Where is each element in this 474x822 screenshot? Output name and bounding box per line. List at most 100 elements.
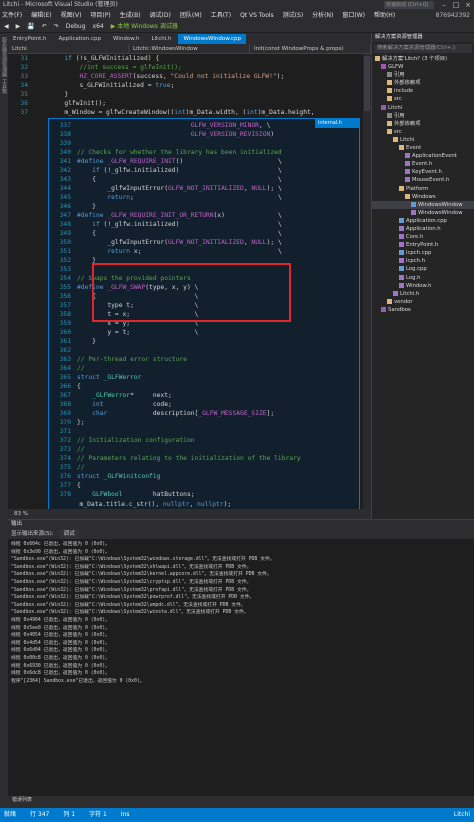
- tree-item[interactable]: Litchi: [372, 104, 474, 112]
- tree-item[interactable]: Log.h: [372, 274, 474, 282]
- menu-item[interactable]: 帮助(H): [374, 10, 395, 21]
- code-line[interactable]: m_Data.title.c_str(), nullptr, nullptr);: [8, 500, 363, 509]
- code-line[interactable]: 350 _glfwInputError(GLFW_NOT_INITIALIZED…: [49, 238, 359, 247]
- tree-item[interactable]: 外部依赖项: [372, 79, 474, 87]
- code-line[interactable]: 365 struct _GLFWerror: [49, 373, 359, 382]
- tree-item[interactable]: WindowsWindow: [372, 209, 474, 217]
- tree-item[interactable]: 外部依赖项: [372, 120, 474, 128]
- menu-item[interactable]: 项目(P): [90, 10, 110, 21]
- menu-item[interactable]: 测试(S): [283, 10, 304, 21]
- code-line[interactable]: 361 }: [49, 337, 359, 346]
- tree-item[interactable]: Windows: [372, 193, 474, 201]
- tree-item[interactable]: Event: [372, 144, 474, 152]
- code-line[interactable]: 373 //: [49, 445, 359, 454]
- menu-item[interactable]: 团队(M): [180, 10, 202, 21]
- code-line[interactable]: 341 #define _GLFW_REQUIRE_INIT() \: [49, 157, 359, 166]
- maximize-icon[interactable]: □: [450, 0, 462, 10]
- scope-dropdown[interactable]: Litchi::WindowsWindow: [129, 44, 250, 53]
- code-line[interactable]: 367 _GLFWerror* next;: [49, 391, 359, 400]
- tree-item[interactable]: ApplicationEvent: [372, 152, 474, 160]
- code-line[interactable]: 376 struct _GLFWinitconfig: [49, 472, 359, 481]
- menu-item[interactable]: 窗口(W): [342, 10, 365, 21]
- tab-windowswindow-cpp[interactable]: WindowsWindow.cpp: [178, 34, 246, 44]
- output-log[interactable]: 线程 0x604c 已退出，返回值为 0 (0x0)。 线程 0x3e90 已退出…: [8, 539, 474, 685]
- tree-item[interactable]: 引用: [372, 71, 474, 79]
- close-icon[interactable]: ×: [462, 0, 474, 10]
- scrollbar-thumb[interactable]: [364, 56, 370, 111]
- tree-item[interactable]: MouseEvent.h: [372, 176, 474, 184]
- redo-icon[interactable]: ↷: [54, 21, 59, 33]
- status-project[interactable]: Litchi: [454, 808, 470, 822]
- code-line[interactable]: 34 s_GLFWInitialized = true;: [8, 81, 363, 90]
- tree-item[interactable]: 引用: [372, 112, 474, 120]
- tree-item[interactable]: GLFW: [372, 63, 474, 71]
- code-line[interactable]: 347 #define _GLFW_REQUIRE_INIT_OR_RETURN(…: [49, 211, 359, 220]
- tab-application-cpp[interactable]: Application.cpp: [54, 34, 107, 44]
- tree-item[interactable]: Litchi: [372, 136, 474, 144]
- code-editor[interactable]: 31 if (!s_GLFWInitialized) {32 //int suc…: [8, 54, 363, 509]
- code-line[interactable]: 337 GLFW_VERSION_MINOR, \: [49, 121, 359, 130]
- code-line[interactable]: 360 y = t; \: [49, 328, 359, 337]
- tree-item[interactable]: lcpch.cpp: [372, 249, 474, 257]
- config-select[interactable]: Debug: [66, 21, 86, 33]
- tree-item[interactable]: WindowsWindow: [372, 200, 474, 209]
- output-source-select[interactable]: 调试: [59, 529, 79, 539]
- save-icon[interactable]: 💾: [27, 21, 34, 33]
- code-line[interactable]: 369 char description[_GLFW_MESSAGE_SIZE]…: [49, 409, 359, 418]
- code-line[interactable]: 33 HZ_CORE_ASSERT(success, "Could not in…: [8, 72, 363, 81]
- undo-icon[interactable]: ↶: [42, 21, 47, 33]
- zoom-level[interactable]: 83 %: [8, 509, 371, 519]
- code-line[interactable]: 32 //int success = glfwInit();: [8, 63, 363, 72]
- tree-item[interactable]: include: [372, 87, 474, 95]
- tree-item[interactable]: Window.h: [372, 282, 474, 290]
- side-tool-strip[interactable]: 服务器资源管理器 工具箱: [0, 33, 8, 803]
- code-line[interactable]: 351 return x; \: [49, 247, 359, 256]
- code-line[interactable]: 370};: [49, 418, 359, 427]
- menu-item[interactable]: Qt VS Tools: [240, 10, 274, 21]
- menu-item[interactable]: 视图(V): [61, 10, 82, 21]
- code-line[interactable]: 338 GLFW_VERSION_REVISION): [49, 130, 359, 139]
- code-line[interactable]: 378 GLFWbool hatButtons;: [49, 490, 359, 499]
- tree-item[interactable]: EntryPoint.h: [372, 241, 474, 249]
- tree-item[interactable]: src: [372, 128, 474, 136]
- tree-item[interactable]: 解决方案'Litchi' (3 个项目): [372, 55, 474, 63]
- code-line[interactable]: 348 if (!_glfw.initialized) \: [49, 220, 359, 229]
- menu-item[interactable]: 文件(F): [2, 10, 22, 21]
- tree-item[interactable]: Sandbox: [372, 306, 474, 314]
- back-icon[interactable]: ◀: [4, 21, 9, 33]
- forward-icon[interactable]: ▶: [16, 21, 21, 33]
- code-line[interactable]: 363 // Per-thread error structure: [49, 355, 359, 364]
- member-dropdown[interactable]: Init(const WindowProps & props): [250, 44, 371, 53]
- run-debugger-button[interactable]: ▶ 本地 Windows 调试器: [111, 21, 178, 33]
- platform-select[interactable]: x64: [93, 21, 104, 33]
- code-line[interactable]: 346 }: [49, 202, 359, 211]
- code-line[interactable]: 366 {: [49, 382, 359, 391]
- code-line[interactable]: 36 glfwInit();: [8, 99, 363, 108]
- code-line[interactable]: 377 {: [49, 481, 359, 490]
- minimize-icon[interactable]: –: [438, 0, 450, 10]
- code-line[interactable]: 340 // Checks for whether the library has…: [49, 148, 359, 157]
- tab-window-h[interactable]: Window.h: [108, 34, 144, 44]
- user-account[interactable]: 876942392: [436, 10, 470, 21]
- code-line[interactable]: 375 //: [49, 463, 359, 472]
- code-line[interactable]: 371: [49, 427, 359, 436]
- quick-launch-input[interactable]: 快速启动 (Ctrl+Q): [384, 1, 434, 9]
- code-line[interactable]: 35 }: [8, 90, 363, 99]
- tree-item[interactable]: lcpch.h: [372, 257, 474, 265]
- menu-item[interactable]: 编辑(E): [31, 10, 51, 21]
- code-line[interactable]: 31 if (!s_GLFWInitialized) {: [8, 54, 363, 63]
- code-line[interactable]: 342 if (!_glfw.initialized) \: [49, 166, 359, 175]
- menu-item[interactable]: 调试(D): [150, 10, 171, 21]
- code-line[interactable]: 372 // Initialization configuration: [49, 436, 359, 445]
- tree-item[interactable]: Application.cpp: [372, 217, 474, 225]
- tree-item[interactable]: Litchi.h: [372, 290, 474, 298]
- code-line[interactable]: 345 return; \: [49, 193, 359, 202]
- tree-item[interactable]: Application.h: [372, 225, 474, 233]
- code-line[interactable]: 344 _glfwInputError(GLFW_NOT_INITIALIZED…: [49, 184, 359, 193]
- tree-item[interactable]: src: [372, 95, 474, 103]
- menu-item[interactable]: 工具(T): [211, 10, 231, 21]
- code-line[interactable]: 339: [49, 139, 359, 148]
- tree-item[interactable]: Event.h: [372, 160, 474, 168]
- tree-item[interactable]: Log.cpp: [372, 265, 474, 273]
- code-line[interactable]: 37 m_Window = glfwCreateWindow((int)m_Da…: [8, 108, 363, 117]
